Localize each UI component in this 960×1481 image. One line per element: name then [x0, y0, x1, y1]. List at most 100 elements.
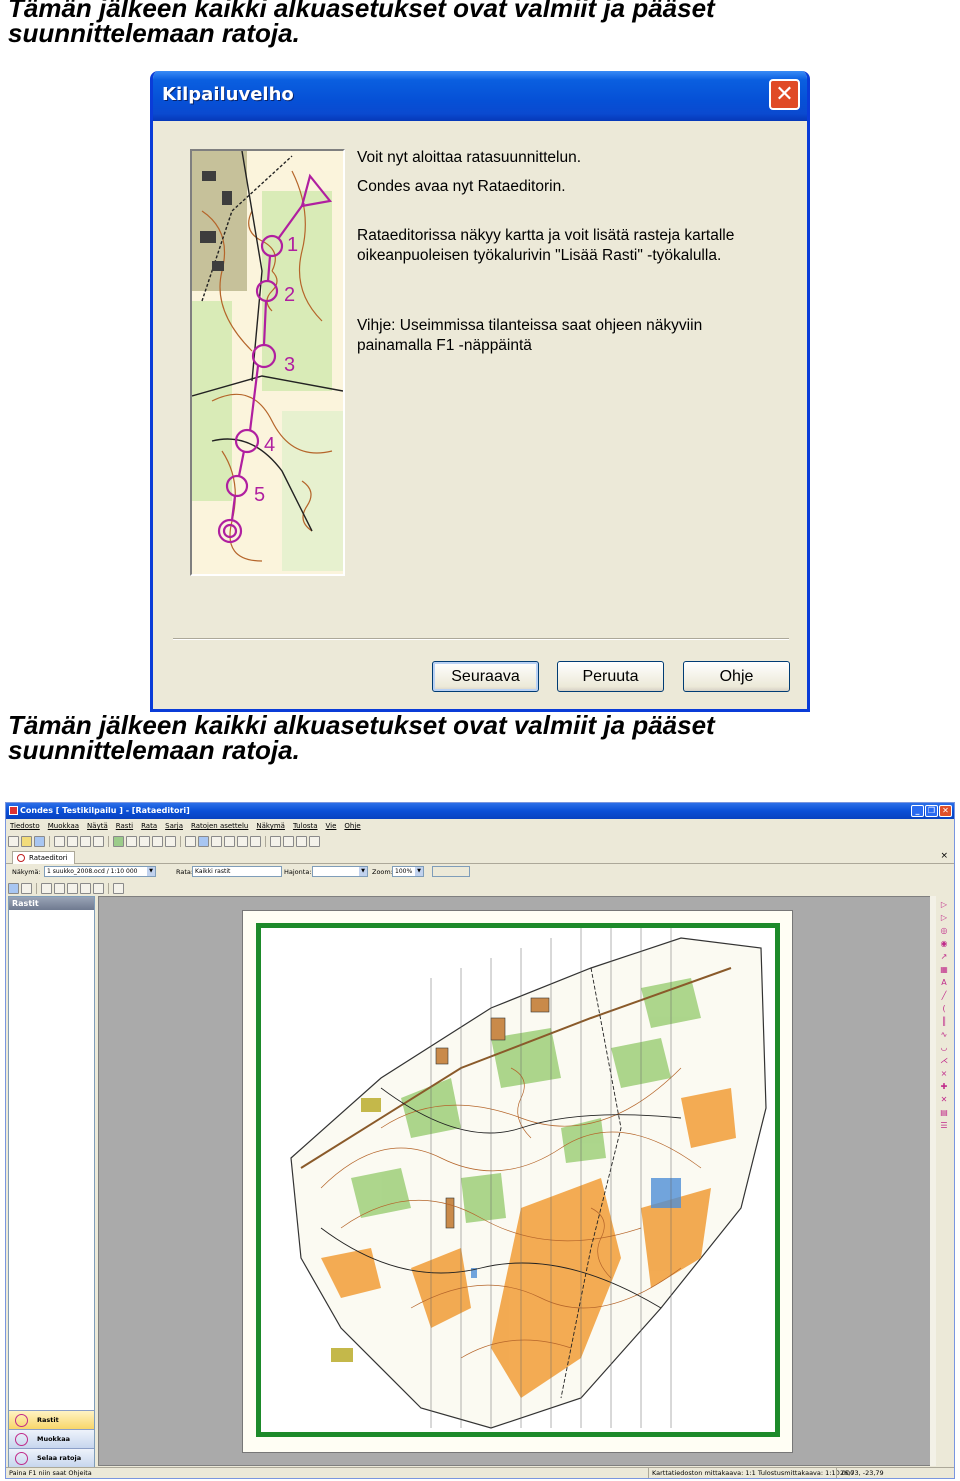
menu-rata[interactable]: Rata	[141, 819, 157, 833]
move-icon[interactable]	[67, 882, 78, 894]
condes-app-window: Condes [ Testikilpailu ] - [Rataeditori]…	[5, 802, 955, 1479]
status-hint: Paina F1 niin saat Ohjeita	[9, 1469, 92, 1477]
wizard-map-image: 1 2 3 4 5	[190, 149, 345, 576]
list-icon[interactable]: ☰	[939, 1121, 949, 1131]
numbering-icon[interactable]	[113, 882, 124, 894]
left-navigation: Rastit Muokkaa ratoja Selaa ratoja	[9, 1410, 94, 1467]
map-frame	[256, 923, 780, 1437]
finish-icon[interactable]: ◉	[939, 939, 949, 949]
zoom-in-icon[interactable]	[224, 835, 235, 847]
controls-panel-header: Rastit	[9, 897, 94, 910]
start-triangle-icon[interactable]: ▷	[939, 900, 949, 910]
paste-icon[interactable]	[80, 835, 91, 847]
line-icon[interactable]: ╱	[939, 991, 949, 1001]
add-control-icon[interactable]	[41, 882, 52, 894]
new-icon[interactable]	[8, 835, 19, 847]
dialog-title: Kilpailuvelho	[162, 84, 294, 105]
curve-icon[interactable]: ∿	[939, 1030, 949, 1040]
forbidden-icon[interactable]: ⨯	[939, 1069, 949, 1079]
undo-icon[interactable]	[93, 835, 104, 847]
nav-selaa-ratoja[interactable]: Selaa ratoja	[9, 1448, 94, 1467]
edit-courses-icon	[15, 1433, 28, 1446]
select-tool-icon[interactable]	[198, 835, 209, 847]
view-select[interactable]: 1 suukko_2008.ocd / 1:10 000 ▼	[44, 866, 156, 877]
zoom-out-icon[interactable]	[237, 835, 248, 847]
dialog-close-button[interactable]: ✕	[769, 79, 800, 110]
controls-icon[interactable]	[113, 835, 124, 847]
document-close-icon[interactable]: ×	[940, 850, 948, 863]
toolbar-separator	[36, 882, 37, 894]
zoom-select[interactable]: 100% ▼	[392, 866, 424, 877]
cut-icon[interactable]	[54, 835, 65, 847]
open-icon[interactable]	[21, 835, 32, 847]
help-button[interactable]: Ohje	[683, 661, 790, 692]
plus-icon[interactable]: ✚	[939, 1082, 949, 1092]
menu-ohje[interactable]: Ohje	[344, 819, 360, 833]
arrow-tool-icon[interactable]	[185, 835, 196, 847]
restore-button[interactable]: ❐	[925, 805, 938, 817]
menu-ratojen-asettelu[interactable]: Ratojen asettelu	[191, 819, 248, 833]
dialog-title-bar[interactable]: Kilpailuvelho ✕	[153, 71, 807, 121]
export-icon[interactable]	[283, 835, 294, 847]
menu-nayta[interactable]: Näytä	[87, 819, 108, 833]
triangle-icon[interactable]: ▷	[939, 913, 949, 923]
text-aa-icon[interactable]: A	[939, 978, 949, 988]
menu-nakyma[interactable]: Näkymä	[256, 819, 285, 833]
arrow-icon[interactable]: ↗	[939, 952, 949, 962]
cancel-button[interactable]: Peruuta	[557, 661, 664, 692]
menu-sarja[interactable]: Sarja	[165, 819, 183, 833]
select-area-icon[interactable]	[21, 882, 32, 894]
menu-tiedosto[interactable]: Tiedosto	[10, 819, 40, 833]
nav-muokkaa-ratoja[interactable]: Muokkaa ratoja	[9, 1429, 94, 1462]
bracket-icon[interactable]: (	[939, 1004, 949, 1014]
copy-icon[interactable]	[67, 835, 78, 847]
grid-icon[interactable]: ▦	[939, 965, 949, 975]
cross-icon[interactable]: ✕	[939, 1095, 949, 1105]
tab-rataeditori[interactable]: Rataeditori	[12, 851, 75, 864]
next-button[interactable]: Seuraava	[432, 661, 539, 692]
course-select[interactable]: Kaikki rastit	[192, 866, 282, 877]
table-icon[interactable]	[152, 835, 163, 847]
help-icon[interactable]	[296, 835, 307, 847]
text-icon[interactable]	[93, 882, 104, 894]
toolbar-separator	[108, 835, 109, 847]
link-icon[interactable]	[54, 882, 65, 894]
menu-vie[interactable]: Vie	[326, 819, 337, 833]
zoom-fit-icon[interactable]	[250, 835, 261, 847]
cup-icon[interactable]: ◡	[939, 1043, 949, 1053]
menu-muokkaa[interactable]: Muokkaa	[48, 819, 79, 833]
map-label-5: 5	[254, 484, 265, 506]
minimize-button[interactable]: _	[911, 805, 924, 817]
nav-rastit[interactable]: Rastit	[9, 1410, 94, 1429]
course-icon[interactable]	[126, 835, 137, 847]
toolbar-separator	[180, 835, 181, 847]
view-label: Näkymä:	[12, 868, 41, 876]
menu-rasti[interactable]: Rasti	[116, 819, 133, 833]
wizard-dialog: Kilpailuvelho ✕ 1 2 3 4 5 Voit nyt aloit…	[150, 71, 810, 712]
add-control-circle-icon[interactable]: ◎	[939, 926, 949, 936]
delete-icon[interactable]	[80, 882, 91, 894]
map-label-3: 3	[284, 354, 295, 376]
extra-select[interactable]	[432, 866, 470, 877]
print-icon[interactable]	[270, 835, 281, 847]
table-icon[interactable]: ▤	[939, 1108, 949, 1118]
close-button[interactable]: ✕	[939, 805, 952, 817]
crossing-icon[interactable]: ⋌	[939, 1056, 949, 1066]
map-canvas[interactable]	[98, 896, 932, 1466]
grid-icon[interactable]	[165, 835, 176, 847]
barcode-icon[interactable]: ║	[939, 1017, 949, 1027]
chevron-down-icon: ▼	[147, 867, 155, 876]
view-selectors: Näkymä: 1 suukko_2008.ocd / 1:10 000 ▼ R…	[8, 865, 954, 879]
class-icon[interactable]	[139, 835, 150, 847]
spread-select[interactable]: ▼	[312, 866, 368, 877]
save-icon[interactable]	[34, 835, 45, 847]
app-title-bar[interactable]: Condes [ Testikilpailu ] - [Rataeditori]…	[6, 803, 954, 819]
pointer-tool-icon[interactable]	[8, 882, 19, 894]
menu-tulosta[interactable]: Tulosta	[293, 819, 318, 833]
pan-icon[interactable]	[211, 835, 222, 847]
dialog-body: 1 2 3 4 5 Voit nyt aloittaa ratasuunnitt…	[153, 121, 807, 709]
app-icon	[9, 806, 18, 815]
vertical-scrollbar[interactable]	[930, 896, 936, 1466]
info-icon[interactable]	[309, 835, 320, 847]
wizard-instructions: Voit nyt aloittaa ratasuunnittelun. Cond…	[357, 148, 797, 356]
